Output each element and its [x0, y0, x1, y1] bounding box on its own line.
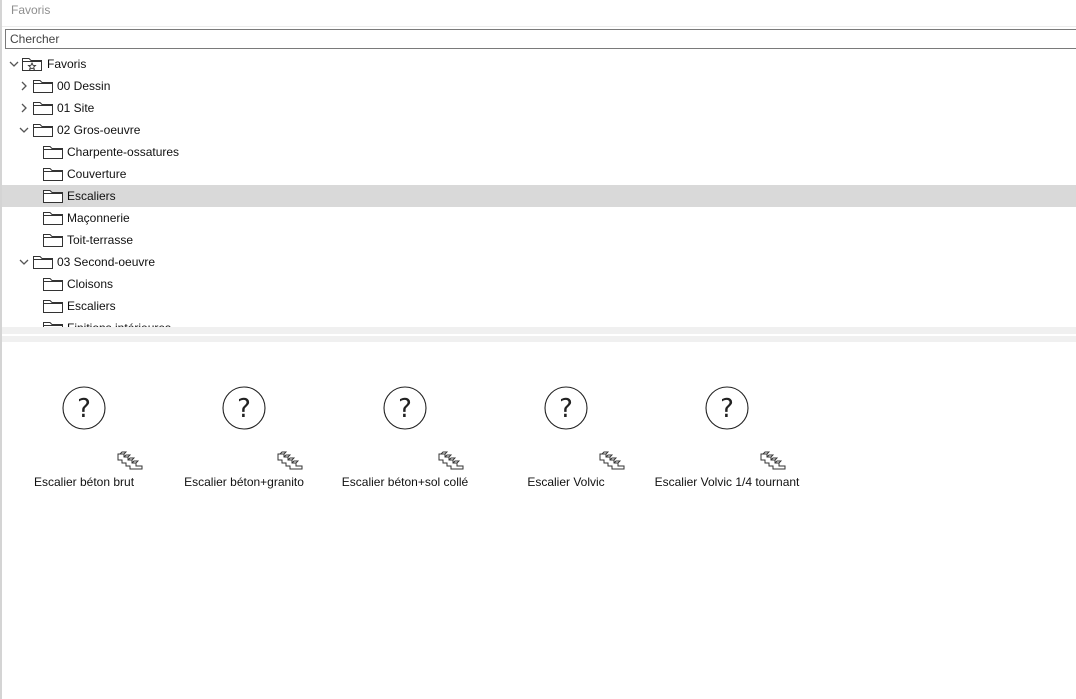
- unknown-preview-icon: ?: [544, 386, 588, 430]
- folder-icon: [43, 212, 63, 225]
- title-divider: [2, 26, 1076, 27]
- star-folder-icon: [22, 58, 42, 71]
- library-item-label: Escalier béton brut: [33, 475, 135, 489]
- library-item[interactable]: ? Escalier béton+sol collé: [330, 342, 480, 502]
- search-input[interactable]: [5, 29, 1076, 49]
- library-items-grid: ? Escalier béton brut? Escalier béton+gran…: [2, 342, 1076, 699]
- folder-icon: [43, 146, 63, 159]
- tree-row-label: 02 Gros-oeuvre: [57, 123, 141, 137]
- svg-text:?: ?: [237, 394, 251, 424]
- tree-row[interactable]: Cloisons: [2, 273, 1076, 295]
- folder-icon: [33, 80, 53, 93]
- tree-row[interactable]: 02 Gros-oeuvre: [2, 119, 1076, 141]
- tree-row-label: Favoris: [47, 57, 87, 71]
- tree-row-label: Escaliers: [67, 189, 116, 203]
- chevron-down-icon[interactable]: [18, 124, 30, 136]
- tree-row[interactable]: Escaliers: [2, 295, 1076, 317]
- chevron-down-icon[interactable]: [18, 256, 30, 268]
- tree-row-label: 00 Dessin: [57, 79, 111, 93]
- svg-text:?: ?: [559, 394, 573, 424]
- favorites-tree[interactable]: Favoris 00 Dessin 01 Site 02 Gros-oeuvre Cha…: [2, 53, 1076, 328]
- folder-icon: [33, 124, 53, 137]
- tree-row[interactable]: Charpente-ossatures: [2, 141, 1076, 163]
- tree-row-label: Couverture: [67, 167, 127, 181]
- tree-row-label: Cloisons: [67, 277, 114, 291]
- stair-icon: [599, 451, 625, 470]
- folder-icon: [43, 300, 63, 313]
- library-item-label: Escalier béton+granito: [184, 475, 304, 489]
- folder-icon: [43, 234, 63, 247]
- folder-icon: [43, 190, 63, 203]
- svg-text:?: ?: [720, 394, 734, 424]
- folder-icon: [33, 256, 53, 269]
- tree-row-label: Escaliers: [67, 299, 116, 313]
- tree-row[interactable]: 03 Second-oeuvre: [2, 251, 1076, 273]
- tree-row-label: 03 Second-oeuvre: [57, 255, 156, 269]
- tree-row-label: Charpente-ossatures: [67, 145, 180, 159]
- chevron-right-icon[interactable]: [18, 102, 30, 114]
- tree-row[interactable]: Couverture: [2, 163, 1076, 185]
- unknown-preview-icon: ?: [705, 386, 749, 430]
- tree-row[interactable]: Maçonnerie: [2, 207, 1076, 229]
- svg-text:?: ?: [398, 394, 412, 424]
- svg-text:?: ?: [77, 394, 91, 424]
- library-item[interactable]: ? Escalier Volvic 1/4 tournant: [652, 342, 802, 502]
- tree-row-label: Toit-terrasse: [67, 233, 134, 247]
- library-item[interactable]: ? Escalier Volvic: [491, 342, 641, 502]
- stair-icon: [438, 451, 464, 470]
- unknown-preview-icon: ?: [383, 386, 427, 430]
- folder-icon: [43, 278, 63, 291]
- stair-icon: [277, 451, 303, 470]
- chevron-down-icon[interactable]: [8, 58, 20, 70]
- pane-splitter[interactable]: [2, 327, 1076, 334]
- tree-row-label: 01 Site: [57, 101, 95, 115]
- panel-title: Favoris: [11, 3, 51, 17]
- folder-icon: [33, 102, 53, 115]
- library-item[interactable]: ? Escalier béton+granito: [169, 342, 319, 502]
- chevron-right-icon[interactable]: [18, 80, 30, 92]
- library-item-label: Escalier béton+sol collé: [341, 475, 469, 489]
- tree-row[interactable]: 01 Site: [2, 97, 1076, 119]
- unknown-preview-icon: ?: [222, 386, 266, 430]
- library-item-label: Escalier Volvic 1/4 tournant: [654, 475, 800, 489]
- tree-row-label: Maçonnerie: [67, 211, 130, 225]
- library-item[interactable]: ? Escalier béton brut: [9, 342, 159, 502]
- folder-icon: [43, 168, 63, 181]
- library-item-label: Escalier Volvic: [527, 475, 605, 489]
- tree-row[interactable]: 00 Dessin: [2, 75, 1076, 97]
- tree-row[interactable]: Toit-terrasse: [2, 229, 1076, 251]
- tree-row[interactable]: Escaliers: [2, 185, 1076, 207]
- tree-row[interactable]: Favoris: [2, 53, 1076, 75]
- stair-icon: [117, 451, 143, 470]
- unknown-preview-icon: ?: [62, 386, 106, 430]
- stair-icon: [760, 451, 786, 470]
